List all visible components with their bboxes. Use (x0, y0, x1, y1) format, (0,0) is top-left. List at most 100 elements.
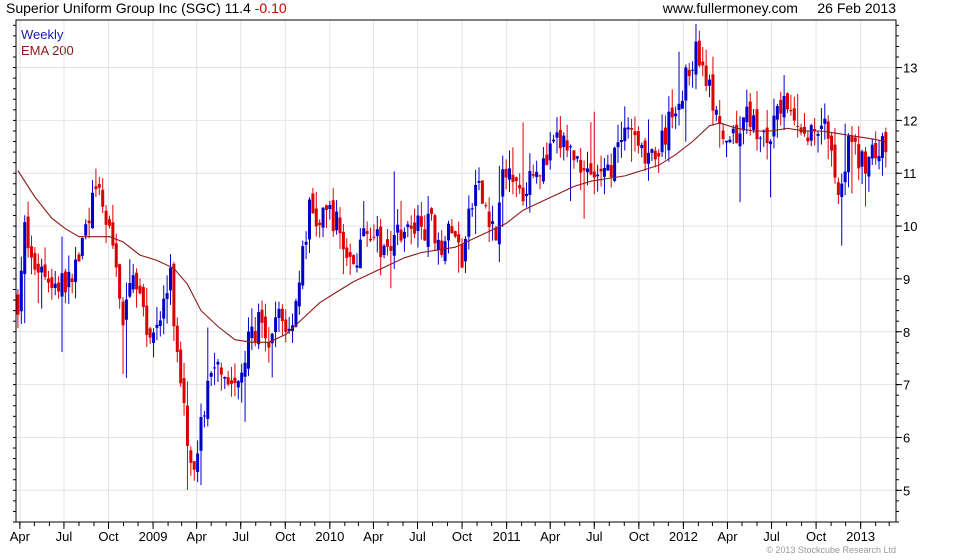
candle-body (755, 109, 759, 140)
candle-body (416, 215, 420, 231)
candle-body (114, 243, 118, 268)
candle-body (101, 189, 105, 207)
candle-body (501, 169, 505, 197)
candle-body (243, 362, 247, 377)
candle-body (870, 144, 874, 159)
candle-body (504, 168, 508, 178)
candle-body (396, 224, 400, 233)
candle-body (70, 278, 74, 282)
candle-body (402, 231, 406, 239)
y-tick-label: 7 (903, 378, 910, 393)
candle-body (104, 210, 108, 225)
candle-body (701, 61, 705, 66)
candle-body (691, 69, 695, 71)
candle-body (230, 380, 234, 384)
candle-body (280, 308, 284, 322)
candle-body (128, 283, 132, 297)
candle-body (477, 181, 481, 183)
price-chart: Apr Jul Oct 2009 Apr Jul Oct 2010 Apr Jul Oct 2011 A… (10, 19, 917, 544)
candle-body (643, 140, 647, 164)
y-tick-label: 6 (903, 430, 910, 445)
candle-body (94, 186, 98, 190)
candle-body (511, 174, 515, 182)
candle-body (260, 309, 264, 323)
candle-body (863, 151, 867, 174)
candle-body (487, 211, 491, 228)
candle-body (558, 129, 562, 149)
candle-body (172, 263, 176, 327)
candle-body (453, 231, 457, 237)
x-tick-label: 2011 (493, 529, 521, 544)
y-tick-label: 12 (903, 113, 917, 128)
x-tick-label: Jul (586, 529, 603, 544)
candle-body (23, 222, 27, 275)
candle-body (470, 208, 474, 210)
candle-body (162, 298, 166, 319)
candle-body (199, 417, 203, 451)
candle-body (440, 240, 444, 255)
y-tick-label: 9 (903, 272, 910, 287)
candle-body (647, 152, 651, 164)
candle-body (708, 79, 712, 86)
candle-body (433, 215, 437, 244)
candle-body (274, 317, 278, 333)
candle-body (165, 293, 169, 299)
candle-body (301, 246, 305, 286)
candle-body (196, 453, 200, 472)
candle-body (179, 349, 183, 384)
candle-body (192, 461, 196, 470)
candle-body (704, 65, 708, 86)
candle-body (375, 229, 379, 237)
candle-body (684, 67, 688, 101)
candle-body (786, 93, 790, 110)
x-tick-label: Apr (187, 529, 208, 544)
x-tick-label: 2013 (846, 529, 875, 544)
candle-body (752, 115, 756, 130)
candle-body (782, 96, 786, 118)
x-tick-label: Oct (452, 529, 473, 544)
y-tick-label: 13 (903, 61, 917, 76)
x-tick-label: Apr (540, 529, 561, 544)
candle-body (413, 222, 417, 234)
candle-body (84, 224, 88, 236)
candle-body (677, 103, 681, 111)
candle-body (43, 264, 47, 277)
candle-body (16, 294, 20, 315)
candle-body (714, 109, 718, 115)
candle-body (613, 147, 617, 181)
candle-body (772, 115, 776, 137)
candle-body (650, 149, 654, 153)
candle-body (29, 246, 33, 258)
candle-body (467, 208, 471, 237)
candle-body (131, 275, 135, 290)
candle-body (867, 156, 871, 177)
candle-body (124, 299, 128, 320)
candle-body (223, 376, 227, 379)
candle-body (236, 381, 240, 388)
candle-body (606, 164, 610, 171)
candle-body (226, 377, 230, 385)
candle-body (541, 158, 545, 182)
candle-body (850, 136, 854, 142)
candle-body (263, 316, 267, 339)
candle-body (409, 225, 413, 229)
x-tick-label: Jul (409, 529, 426, 544)
candle-body (857, 144, 861, 169)
candle-body (555, 132, 559, 138)
candle-body (141, 286, 145, 307)
candle-body (535, 171, 539, 178)
candle-body (209, 372, 213, 377)
x-tick-label: Oct (275, 529, 296, 544)
candle-body (135, 272, 139, 290)
candle-body (175, 325, 179, 353)
y-tick-label: 5 (903, 483, 910, 498)
candle-body (806, 137, 810, 142)
candle-body (619, 139, 623, 143)
candle-body (819, 125, 823, 129)
candle-body (87, 220, 91, 224)
candle-body (257, 312, 261, 345)
candle-body (592, 171, 596, 178)
x-tick-label: Apr (10, 529, 31, 544)
candle-body (321, 207, 325, 228)
y-tick-label: 10 (903, 219, 917, 234)
